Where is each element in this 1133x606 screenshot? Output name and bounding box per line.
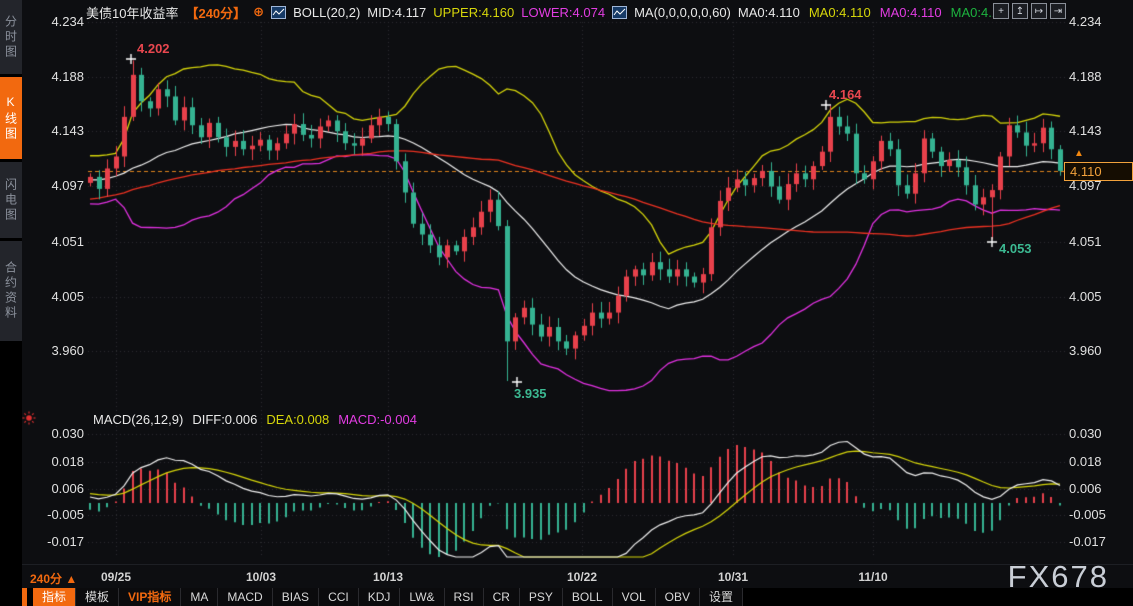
link-icon[interactable]: ⊕ — [253, 4, 264, 20]
price-annotation-4.053: 4.053 — [999, 241, 1032, 256]
sidebar-tab-3[interactable]: 闪电图 — [0, 162, 22, 238]
price-tick-right-4.143: 4.143 — [1069, 123, 1129, 138]
date-label-10-13: 10/13 — [366, 570, 410, 584]
ma-value-1: MA0:4.110 — [738, 5, 800, 20]
toolbar-item-LW&[interactable]: LW& — [400, 588, 444, 606]
ma-values: MA0:4.110 MA0:4.110 MA0:4.110 MA0:4.1 — [738, 5, 999, 20]
macd-tick-left-0.030: 0.030 — [28, 426, 84, 441]
sidebar-tab-2[interactable]: K线图 — [0, 77, 22, 159]
price-tick-right-4.005: 4.005 — [1069, 289, 1129, 304]
price-tick-left-4.143: 4.143 — [28, 123, 84, 138]
boll-label: BOLL(20,2) — [293, 5, 360, 20]
macd-tick-right-0.006: 0.006 — [1069, 481, 1129, 496]
price-tick-right-4.234: 4.234 — [1069, 14, 1129, 29]
macd-dea-value: DEA:0.008 — [266, 412, 329, 427]
toolbar-item-MA[interactable]: MA — [181, 588, 218, 606]
toolbar-item-模板[interactable]: 模板 — [76, 588, 119, 606]
price-tick-left-3.960: 3.960 — [28, 343, 84, 358]
toolbar-item-CCI[interactable]: CCI — [319, 588, 359, 606]
toolbar-accent-bar — [22, 588, 27, 606]
sidebar-tab-4[interactable]: 合约资料 — [0, 241, 22, 341]
date-label-09-25: 09/25 — [94, 570, 138, 584]
price-up-arrow-icon: ▲ — [1074, 148, 1084, 159]
collapse-panel-icon[interactable]: ⇥ — [1050, 3, 1066, 19]
axis-scale-right-icon[interactable]: ↦ — [1031, 3, 1047, 19]
price-annotation-4.202: 4.202 — [137, 41, 170, 56]
date-label-10-31: 10/31 — [711, 570, 755, 584]
macd-tick-left--0.005: -0.005 — [28, 507, 84, 522]
current-price-badge: 4.110 — [1064, 162, 1133, 181]
toolbar-item-MACD[interactable]: MACD — [218, 588, 272, 606]
period-tag[interactable]: 【240分】 — [185, 3, 246, 22]
indicator-toolbar: 指标模板VIP指标MAMACDBIASCCIKDJLW&RSICRPSYBOLL… — [22, 588, 1133, 606]
macd-diff-value: DIFF:0.006 — [192, 412, 257, 427]
ma-value-3: MA0:4.110 — [880, 5, 942, 20]
boll-lower-value: LOWER:4.074 — [521, 5, 605, 20]
macd-header: MACD(26,12,9) DIFF:0.006 DEA:0.008 MACD:… — [93, 412, 417, 427]
price-tick-left-4.005: 4.005 — [28, 289, 84, 304]
boll-upper-value: UPPER:4.160 — [433, 5, 514, 20]
brand-watermark: FX678 — [1008, 559, 1109, 595]
price-tick-left-4.051: 4.051 — [28, 234, 84, 249]
kline-macd-chart-canvas[interactable] — [0, 0, 1133, 606]
price-annotation-4.164: 4.164 — [829, 87, 862, 102]
date-label-10-22: 10/22 — [560, 570, 604, 584]
left-sidebar: 分时图 K线图闪电图合约资料 — [0, 0, 22, 606]
toolbar-item-BOLL[interactable]: BOLL — [563, 588, 613, 606]
chart-app-window: 分时图 K线图闪电图合约资料 美债10年收益率 【240分】 ⊕ BOLL(20,… — [0, 0, 1133, 606]
price-tick-left-4.188: 4.188 — [28, 69, 84, 84]
macd-tick-right--0.005: -0.005 — [1069, 507, 1129, 522]
toolbar-item-BIAS[interactable]: BIAS — [273, 588, 319, 606]
instrument-title: 美债10年收益率 — [86, 3, 178, 22]
boll-indicator-icon — [271, 6, 286, 19]
ma-value-4: MA0:4.1 — [951, 5, 999, 20]
axis-scale-up-icon[interactable]: ↥ — [1012, 3, 1028, 19]
toolbar-item-OBV[interactable]: OBV — [656, 588, 700, 606]
ma-params-label: MA(0,0,0,0,0,60) — [634, 5, 731, 20]
boll-mid-value: MID:4.117 — [367, 5, 426, 20]
macd-tick-left-0.018: 0.018 — [28, 454, 84, 469]
price-tick-right-3.960: 3.960 — [1069, 343, 1129, 358]
date-label-11-10: 11/10 — [851, 570, 895, 584]
pan-icon[interactable]: + — [993, 3, 1009, 19]
time-axis: 240分 ▲ 09/25 10/03 10/13 10/22 10/31 11/10 — [22, 564, 1133, 589]
toolbar-item-设置[interactable]: 设置 — [700, 588, 743, 606]
ma-indicator-icon — [612, 6, 627, 19]
price-tick-left-4.234: 4.234 — [28, 14, 84, 29]
price-annotation-3.935: 3.935 — [514, 386, 547, 401]
period-selector[interactable]: 240分 ▲ — [30, 570, 77, 587]
toolbar-item-RSI[interactable]: RSI — [445, 588, 484, 606]
toolbar-item-KDJ[interactable]: KDJ — [359, 588, 401, 606]
window-control-icons: +↥↦⇥ — [993, 3, 1066, 19]
toolbar-item-VIP指标[interactable]: VIP指标 — [119, 588, 181, 606]
toolbar-item-指标[interactable]: 指标 — [33, 588, 76, 606]
sidebar-tab-1[interactable]: 分时图 — [0, 0, 22, 74]
toolbar-item-PSY[interactable]: PSY — [520, 588, 563, 606]
macd-tick-right-0.018: 0.018 — [1069, 454, 1129, 469]
price-tick-left-4.097: 4.097 — [28, 178, 84, 193]
ma-value-2: MA0:4.110 — [809, 5, 871, 20]
toolbar-item-VOL[interactable]: VOL — [613, 588, 656, 606]
toolbar-item-CR[interactable]: CR — [484, 588, 520, 606]
macd-tick-right--0.017: -0.017 — [1069, 534, 1129, 549]
chart-header: 美债10年收益率 【240分】 ⊕ BOLL(20,2) MID:4.117 U… — [86, 3, 999, 21]
macd-bar-value: MACD:-0.004 — [338, 412, 417, 427]
macd-params-label: MACD(26,12,9) — [93, 412, 183, 427]
date-label-10-03: 10/03 — [239, 570, 283, 584]
macd-tick-right-0.030: 0.030 — [1069, 426, 1129, 441]
price-tick-right-4.051: 4.051 — [1069, 234, 1129, 249]
price-tick-right-4.188: 4.188 — [1069, 69, 1129, 84]
macd-tick-left--0.017: -0.017 — [28, 534, 84, 549]
macd-tick-left-0.006: 0.006 — [28, 481, 84, 496]
